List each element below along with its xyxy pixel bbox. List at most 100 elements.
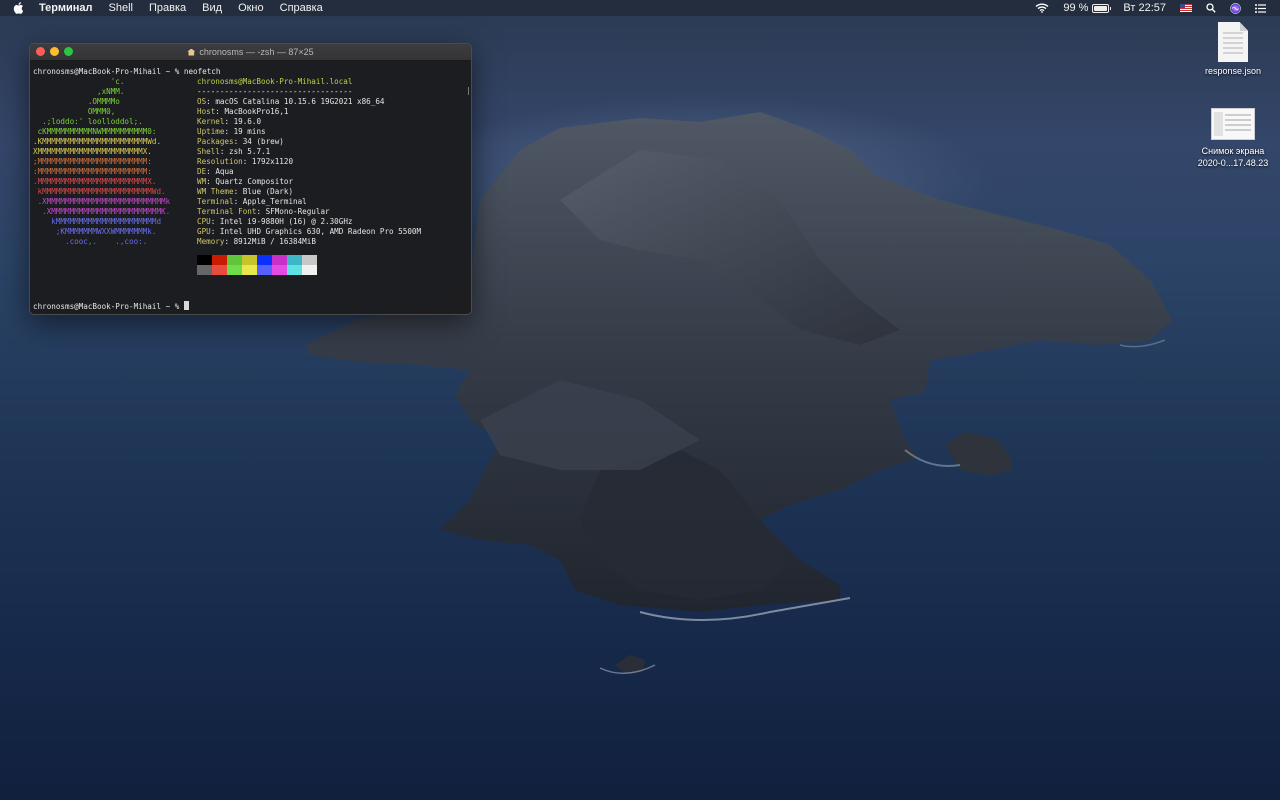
minimize-button[interactable] [50, 47, 59, 56]
color-palette [197, 255, 421, 275]
zoom-button[interactable] [64, 47, 73, 56]
info-value: SFMono-Regular [265, 207, 330, 216]
info-key: Uptime [197, 127, 225, 136]
info-line: Terminal Font: SFMono-Regular [197, 207, 330, 216]
system-info: chronosms@MacBook-Pro-Mihail.local -----… [197, 77, 421, 275]
logo-line: .;loddo:' loolloddol;. [33, 117, 143, 126]
battery-fill [1094, 5, 1108, 11]
prompt-line[interactable]: chronosms@MacBook-Pro-Mihail ~ % [33, 301, 471, 311]
notification-center-icon[interactable] [1255, 3, 1266, 13]
info-key: Host [197, 107, 216, 116]
battery-status[interactable]: 99 % [1063, 2, 1112, 14]
prompt-text: chronosms@MacBook-Pro-Mihail ~ % [33, 302, 184, 311]
logo-line: ,xNMM. [33, 87, 125, 96]
desktop-icon-label-line1: Снимок экрана [1201, 146, 1265, 156]
info-key: CPU [197, 217, 211, 226]
logo-line: ;KMMMMMMMWXXWMMMMMMMk. [33, 227, 157, 236]
info-line: Memory: 8912MiB / 16384MiB [197, 237, 316, 246]
info-line: OS: macOS Catalina 10.15.6 19G2021 x86_6… [197, 97, 385, 106]
logo-line: kMMMMMMMMMMMMMMMMMMMMMMd [33, 217, 162, 226]
info-line: Terminal: Apple_Terminal [197, 197, 307, 206]
logo-line: .KMMMMMMMMMMMMMMMMMMMMMMMWd. [33, 137, 162, 146]
color-swatch [272, 255, 287, 275]
color-swatch [242, 255, 257, 275]
logo-line: ;MMMMMMMMMMMMMMMMMMMMMMMM: [33, 157, 152, 166]
logo-line: OMMM0, [33, 107, 116, 116]
info-key: Shell [197, 147, 220, 156]
terminal-window[interactable]: chronosms — -zsh — 87×25 chronosms@MacBo… [29, 43, 472, 315]
terminal-content[interactable]: chronosms@MacBook-Pro-Mihail ~ % neofetc… [30, 61, 471, 311]
info-key: Packages [197, 137, 234, 146]
logo-line: :MMMMMMMMMMMMMMMMMMMMMMMM: [33, 167, 152, 176]
desktop-icon-label: response.json [1204, 66, 1262, 76]
info-line: Packages: 34 (brew) [197, 137, 284, 146]
info-line: Kernel: 19.6.0 [197, 117, 262, 126]
info-key: OS [197, 97, 207, 106]
scrollbar-indicator[interactable] [468, 87, 469, 95]
menu-item-edit[interactable]: Правка [149, 0, 186, 16]
info-value: 19.6.0 [233, 117, 262, 126]
info-value: Aqua [215, 167, 234, 176]
logo-line: .cooc,. .,coo:. [33, 237, 148, 246]
info-line: WM Theme: Blue (Dark) [197, 187, 294, 196]
window-title-text: chronosms — -zsh — 87×25 [199, 47, 314, 57]
menu-item-help[interactable]: Справка [280, 0, 323, 16]
info-key: WM Theme [197, 187, 234, 196]
logo-line: .XMMMMMMMMMMMMMMMMMMMMMMMMMMk [33, 197, 171, 206]
text-cursor [183, 301, 189, 310]
battery-percent: 99 % [1063, 2, 1089, 14]
logo-line: .MMMMMMMMMMMMMMMMMMMMMMMMX. [33, 177, 157, 186]
info-value: Intel UHD Graphics 630, AMD Radeon Pro 5… [219, 227, 422, 236]
clock[interactable]: Вт 22:57 [1123, 2, 1166, 14]
info-key: Kernel [197, 117, 225, 126]
info-separator: ---------------------------------- [197, 87, 353, 96]
wifi-icon[interactable] [1035, 3, 1049, 13]
info-line: GPU: Intel UHD Graphics 630, AMD Radeon … [197, 227, 422, 236]
info-line: Shell: zsh 5.7.1 [197, 147, 271, 156]
color-swatch [227, 255, 242, 275]
info-line: Resolution: 1792x1120 [197, 157, 294, 166]
info-value: 34 (brew) [242, 137, 284, 146]
siri-icon[interactable] [1230, 2, 1241, 14]
desktop-icon-label-line2: 2020-0...17.48.23 [1197, 158, 1269, 168]
close-button[interactable] [36, 47, 45, 56]
command-line: chronosms@MacBook-Pro-Mihail ~ % neofetc… [33, 67, 221, 76]
logo-line: kMMMMMMMMMMMMMMMMMMMMMMMMWd. [33, 187, 166, 196]
info-line: DE: Aqua [197, 167, 234, 176]
color-swatch [302, 255, 317, 275]
window-title: chronosms — -zsh — 87×25 [187, 47, 314, 57]
info-value: zsh 5.7.1 [229, 147, 271, 156]
info-value: Blue (Dark) [242, 187, 294, 196]
apple-ascii-logo: 'c. ,xNMM. .OMMMMo OMMM0, .;loddo:' lool… [33, 77, 197, 275]
info-value: Intel i9-9880H (16) @ 2.30GHz [219, 217, 353, 226]
menu-item-view[interactable]: Вид [202, 0, 222, 16]
user-host: chronosms@MacBook-Pro-Mihail.local [197, 77, 353, 86]
input-source-us-flag-icon[interactable] [1180, 4, 1192, 12]
menu-item-window[interactable]: Окно [238, 0, 264, 16]
color-swatch [257, 255, 272, 275]
battery-icon [1092, 3, 1112, 13]
desktop-icon-screenshot[interactable]: Снимок экрана 2020-0...17.48.23 [1190, 108, 1276, 168]
logo-line: XMMMMMMMMMMMMMMMMMMMMMMMX. [33, 147, 152, 156]
info-key: Terminal [197, 197, 234, 206]
info-value: Quartz Compositor [215, 177, 294, 186]
logo-line: .OMMMMo [33, 97, 120, 106]
info-key: Terminal Font [197, 207, 257, 216]
window-titlebar[interactable]: chronosms — -zsh — 87×25 [30, 44, 471, 61]
info-key: Resolution [197, 157, 243, 166]
neofetch-output: 'c. ,xNMM. .OMMMMo OMMM0, .;loddo:' lool… [33, 77, 471, 275]
menu-item-terminal[interactable]: Терминал [39, 0, 93, 16]
info-value: 19 mins [233, 127, 266, 136]
logo-line: 'c. [33, 77, 125, 86]
spotlight-search-icon[interactable] [1206, 3, 1216, 13]
color-swatch [287, 255, 302, 275]
menu-item-shell[interactable]: Shell [109, 0, 133, 16]
info-key: DE [197, 167, 207, 176]
apple-menu-icon[interactable] [13, 2, 27, 14]
json-file-icon [1218, 22, 1248, 62]
info-value: 1792x1120 [251, 157, 294, 166]
info-key: Memory [197, 237, 225, 246]
logo-line: .XMMMMMMMMMMMMMMMMMMMMMMMMK. [33, 207, 171, 216]
desktop-icon-response-json[interactable]: response.json [1196, 22, 1270, 76]
info-value: Apple_Terminal [242, 197, 307, 206]
